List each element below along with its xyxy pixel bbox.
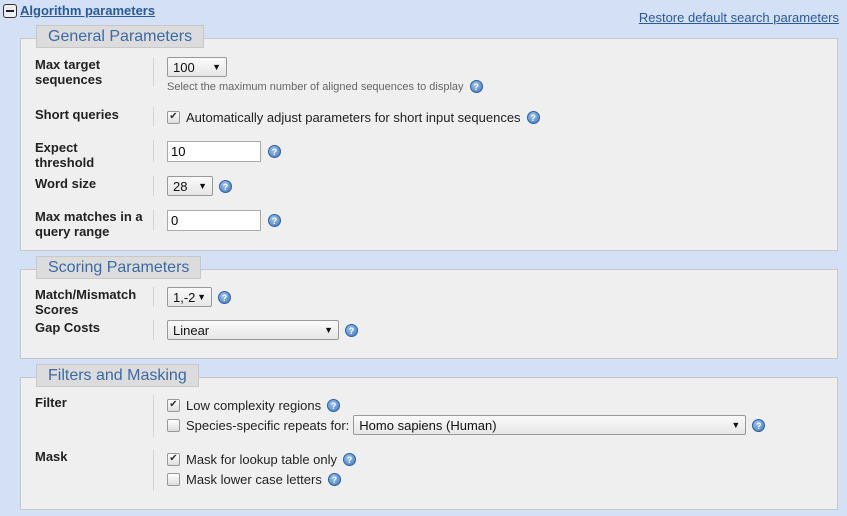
help-icon[interactable]: ? <box>345 323 358 337</box>
algorithm-parameters-link[interactable]: Algorithm parameters <box>20 3 155 18</box>
help-icon[interactable]: ? <box>268 213 281 227</box>
restore-defaults-link[interactable]: Restore default search parameters <box>639 10 839 25</box>
minus-icon[interactable] <box>3 3 17 18</box>
word-size-label: Word size <box>35 176 97 191</box>
scoring-parameters-legend: Scoring Parameters <box>36 256 202 279</box>
help-icon[interactable]: ? <box>526 110 540 124</box>
scoring-parameters-panel: Scoring Parameters Match/Mismatch Scores… <box>20 256 838 359</box>
species-repeats-checkbox[interactable] <box>167 418 180 432</box>
help-icon[interactable]: ? <box>469 80 483 93</box>
chevron-down-icon: ▼ <box>212 62 221 72</box>
word-size-select[interactable]: 28 ▼ <box>167 176 213 196</box>
mask-lower-text: Mask lower case letters <box>186 471 322 487</box>
help-icon[interactable]: ? <box>268 144 281 158</box>
chevron-down-icon: ▼ <box>198 181 207 191</box>
mask-lookup-text: Mask for lookup table only <box>186 451 338 467</box>
chevron-down-icon: ▼ <box>324 325 333 335</box>
mask-label: Mask <box>35 449 68 464</box>
expect-threshold-input[interactable] <box>167 140 261 162</box>
collapse-toggle[interactable]: Algorithm parameters <box>3 3 155 18</box>
species-select[interactable]: Homo sapiens (Human) ▼ <box>353 415 747 435</box>
expect-threshold-label: Expect threshold <box>35 140 95 170</box>
mask-lookup-checkbox[interactable]: ✔ <box>167 452 180 466</box>
low-complexity-text: Low complexity regions <box>186 397 322 413</box>
gap-costs-label: Gap Costs <box>35 320 101 335</box>
chevron-down-icon: ▼ <box>197 292 206 302</box>
filters-masking-panel: Filters and Masking Filter ✔ Low complex… <box>20 364 838 510</box>
general-parameters-legend: General Parameters <box>36 25 205 48</box>
short-queries-checkbox[interactable]: ✔ <box>167 110 180 124</box>
max-target-select[interactable]: 100 ▼ <box>167 57 227 77</box>
match-mismatch-label: Match/Mismatch Scores <box>35 287 137 317</box>
short-queries-label: Short queries <box>35 107 119 122</box>
help-icon[interactable]: ? <box>219 179 232 193</box>
help-icon[interactable]: ? <box>327 398 341 412</box>
low-complexity-checkbox[interactable]: ✔ <box>167 398 180 412</box>
max-matches-input[interactable] <box>167 209 261 231</box>
filter-label: Filter <box>35 395 67 410</box>
help-icon[interactable]: ? <box>218 290 231 304</box>
help-icon[interactable]: ? <box>327 472 341 486</box>
help-icon[interactable]: ? <box>752 418 766 432</box>
match-mismatch-select[interactable]: 1,-2 ▼ <box>167 287 212 307</box>
general-parameters-panel: General Parameters Max target sequences … <box>20 25 838 251</box>
short-queries-text: Automatically adjust parameters for shor… <box>186 109 521 125</box>
max-target-hint: Select the maximum number of aligned seq… <box>167 80 464 93</box>
mask-lower-checkbox[interactable] <box>167 472 180 486</box>
chevron-down-icon: ▼ <box>731 420 741 430</box>
max-target-label: Max target sequences <box>35 57 103 87</box>
help-icon[interactable]: ? <box>343 452 357 466</box>
gap-costs-select[interactable]: Linear ▼ <box>167 320 339 340</box>
max-matches-label: Max matches in a query range <box>35 209 143 239</box>
filters-masking-legend: Filters and Masking <box>36 364 199 387</box>
species-repeats-text: Species-specific repeats for: <box>186 417 350 433</box>
